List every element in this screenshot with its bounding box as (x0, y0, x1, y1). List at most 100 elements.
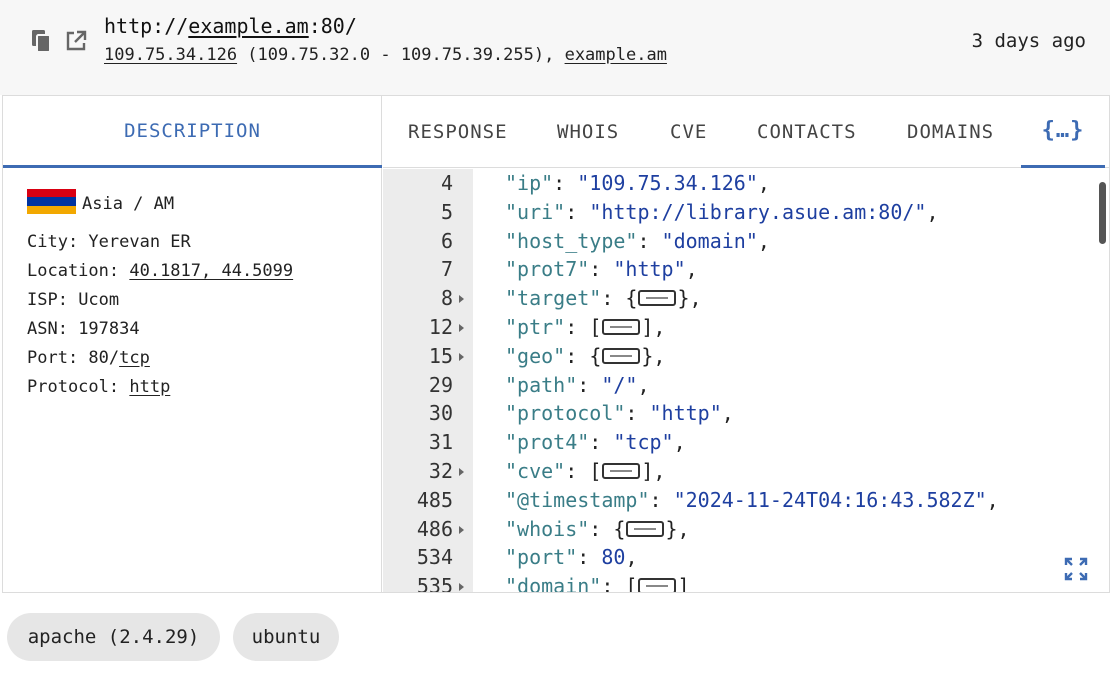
json-source: "geo": {}, (505, 342, 665, 371)
json-source: "target": {}, (505, 284, 702, 313)
tag-ubuntu[interactable]: ubuntu (233, 613, 339, 661)
domain-link[interactable]: example.am (565, 45, 667, 65)
json-key: "ptr" (505, 315, 566, 339)
line-number: 6 (440, 228, 453, 253)
protocol-link[interactable]: http (129, 377, 170, 397)
json-key: "geo" (505, 343, 566, 368)
json-key: "prot7" (505, 257, 590, 282)
json-open-bracket: { (613, 516, 626, 541)
json-source: "path": "/", (505, 371, 650, 400)
json-line: 486 "whois": {}, (383, 515, 1093, 544)
collapsed-value-icon[interactable] (602, 347, 641, 364)
url-host-link[interactable]: example.am (188, 14, 308, 38)
json-viewer[interactable]: 4 "ip": "109.75.34.126", 5 "uri": "http://l… (383, 169, 1109, 592)
json-line: 485 "@timestamp": "2024-11-24T04:16:43.58… (383, 486, 1093, 515)
json-comma: , (757, 171, 770, 195)
port-proto-link[interactable]: tcp (119, 348, 150, 368)
isp-label: ISP: (27, 290, 79, 310)
line-number: 534 (416, 545, 453, 570)
json-comma: , (677, 516, 690, 541)
json-source: "@timestamp": "2024-11-24T04:16:43.582Z"… (505, 486, 999, 515)
fold-toggle-icon[interactable] (459, 352, 464, 361)
line-number: 7 (440, 257, 453, 282)
json-colon: : (565, 199, 590, 224)
copy-icon[interactable] (30, 28, 54, 54)
fold-toggle-icon[interactable] (459, 583, 464, 592)
protocol-label: Protocol: (27, 377, 130, 397)
tab-contacts[interactable]: CONTACTS (757, 96, 857, 168)
json-open-bracket: { (589, 343, 602, 368)
location-row: Location: 40.1817, 44.5099 (27, 257, 293, 286)
json-line: 30 "protocol": "http", (383, 399, 1093, 428)
fold-toggle-icon[interactable] (459, 468, 464, 476)
json-comma: , (685, 257, 698, 282)
collapsed-value-icon[interactable] (626, 520, 665, 537)
data-pane: RESPONSE WHOIS CVE CONTACTS DOMAINS {…} … (383, 96, 1109, 592)
ip-range: (109.75.32.0 - 109.75.39.255), (237, 45, 565, 65)
json-colon: : (565, 315, 590, 339)
json-colon: : (601, 574, 626, 592)
line-number: 5 (440, 199, 453, 224)
collapsed-value-icon[interactable] (602, 319, 641, 335)
tag-apache[interactable]: apache (2.4.29) (7, 613, 220, 661)
json-colon: : (565, 343, 590, 368)
line-number: 30 (428, 401, 453, 426)
json-comma: , (637, 372, 650, 397)
json-colon: : (625, 401, 650, 426)
json-colon: : (589, 516, 614, 541)
tab-whois[interactable]: WHOIS (557, 96, 619, 168)
isp-row: ISP: Ucom (27, 286, 293, 315)
tab-response[interactable]: RESPONSE (408, 96, 508, 168)
tab-json[interactable]: {…} (1021, 96, 1105, 168)
tab-cve[interactable]: CVE (670, 96, 707, 168)
collapsed-value-icon[interactable] (638, 578, 677, 592)
json-colon: : (589, 430, 614, 455)
json-close-bracket: ] (641, 315, 654, 339)
json-key: "path" (505, 372, 578, 397)
protocol-row: Protocol: http (27, 373, 293, 402)
json-source: "prot4": "tcp", (505, 428, 686, 457)
tab-domains[interactable]: DOMAINS (907, 96, 994, 168)
region-row: Asia / AM (27, 189, 293, 219)
port-row: Port: 80/tcp (27, 344, 293, 373)
fold-toggle-icon[interactable] (459, 295, 464, 304)
fold-toggle-icon[interactable] (459, 525, 464, 534)
json-close-bracket: } (677, 286, 690, 311)
collapsed-value-icon[interactable] (638, 290, 677, 307)
line-number: 31 (428, 430, 453, 455)
fold-toggle-icon[interactable] (459, 324, 464, 332)
collapsed-value-icon[interactable] (602, 463, 641, 479)
json-source: "port": 80, (505, 543, 637, 572)
json-close-bracket: } (665, 516, 678, 541)
asn-value: 197834 (78, 319, 140, 339)
json-colon: : (649, 487, 674, 512)
json-value: "http" (649, 401, 722, 426)
tab-description[interactable]: DESCRIPTION (3, 96, 382, 168)
port-value: 80/ (88, 348, 120, 368)
json-key: "whois" (505, 516, 590, 541)
json-colon: : (637, 228, 662, 253)
open-external-icon[interactable] (64, 29, 88, 53)
city-label: City: (27, 232, 89, 252)
armenia-flag-icon (27, 189, 76, 214)
description-pane: DESCRIPTION Asia / AM City: Yerevan ER L… (3, 96, 382, 592)
location-link[interactable]: 40.1817, 44.5099 (129, 261, 293, 281)
json-open-bracket: { (625, 286, 638, 311)
line-number: 15 (428, 343, 453, 368)
json-line: 7 "prot7": "http", (383, 255, 1093, 284)
header-actions (30, 28, 88, 54)
json-key: "domain" (505, 574, 602, 592)
json-comma: , (721, 401, 734, 426)
json-source: "ip": "109.75.34.126", (505, 169, 770, 198)
last-seen: 3 days ago (971, 30, 1086, 52)
json-scrollbar[interactable] (1099, 182, 1106, 244)
json-comma: , (653, 315, 666, 339)
json-source: "domain": [] (505, 572, 690, 592)
json-colon: : (577, 372, 602, 397)
fullscreen-icon[interactable] (1063, 556, 1089, 586)
tab-bar: RESPONSE WHOIS CVE CONTACTS DOMAINS {…} (383, 96, 1109, 168)
line-number: 4 (440, 171, 453, 195)
ip-link[interactable]: 109.75.34.126 (104, 45, 237, 65)
json-line: 12 "ptr": [], (383, 313, 1093, 342)
line-number: 485 (416, 487, 453, 512)
